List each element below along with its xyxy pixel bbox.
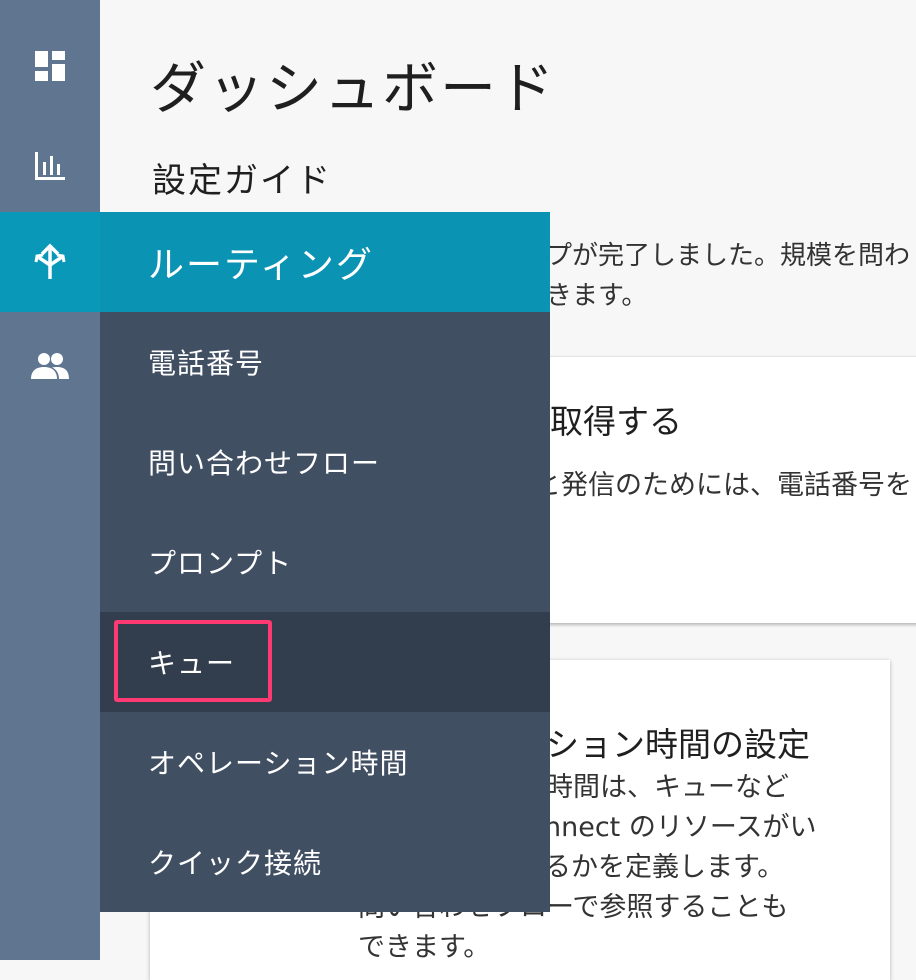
- menu-item-label: クイック接続: [148, 847, 323, 880]
- menu-item-label: プロンプト: [148, 547, 293, 580]
- menu-item-queues[interactable]: キュー: [100, 612, 550, 712]
- intro-line-2: きます。: [546, 281, 648, 311]
- flyout-header-routing[interactable]: ルーティング: [100, 212, 550, 312]
- card-title: 取得する: [550, 402, 682, 441]
- menu-item-quick-connects[interactable]: クイック接続: [100, 812, 550, 912]
- claim-number-card: 取得する と発信のためには、電話番号を: [534, 356, 916, 623]
- highlight-box: [114, 620, 272, 702]
- menu-item-prompts[interactable]: プロンプト: [100, 512, 550, 612]
- nav-users[interactable]: [0, 316, 100, 416]
- page-title: ダッシュボード: [150, 57, 556, 122]
- routing-flyout-menu: ルーティング 電話番号 問い合わせフロー プロンプト キュー オペレーション時間…: [100, 212, 550, 912]
- intro-line-1: プが完了しました。規模を問わ: [546, 241, 911, 271]
- card-desc-line: できます。: [358, 932, 491, 963]
- menu-item-label: オペレーション時間: [148, 747, 409, 780]
- setup-guide-heading: 設定ガイド: [152, 161, 332, 201]
- nav-dashboard[interactable]: [0, 16, 100, 116]
- card-description: と発信のためには、電話番号を: [534, 470, 912, 501]
- menu-item-label: 電話番号: [148, 347, 265, 380]
- menu-item-hours-of-operation[interactable]: オペレーション時間: [100, 712, 550, 812]
- users-icon: [31, 353, 69, 379]
- dashboard-icon: [35, 51, 65, 81]
- menu-item-label: 問い合わせフロー: [148, 447, 381, 480]
- menu-item-contact-flows[interactable]: 問い合わせフロー: [100, 412, 550, 512]
- nav-metrics[interactable]: [0, 116, 100, 216]
- card-title: ション時間の設定: [546, 725, 810, 764]
- metrics-icon: [35, 152, 65, 180]
- routing-icon: [34, 243, 66, 279]
- flyout-menu-list: 電話番号 問い合わせフロー プロンプト キュー オペレーション時間 クイック接続: [100, 312, 550, 912]
- menu-item-phone-numbers[interactable]: 電話番号: [100, 312, 550, 412]
- left-nav-rail: [0, 0, 100, 960]
- nav-routing[interactable]: [0, 212, 100, 312]
- intro-text: プが完了しました。規模を問わ きます。: [546, 236, 910, 316]
